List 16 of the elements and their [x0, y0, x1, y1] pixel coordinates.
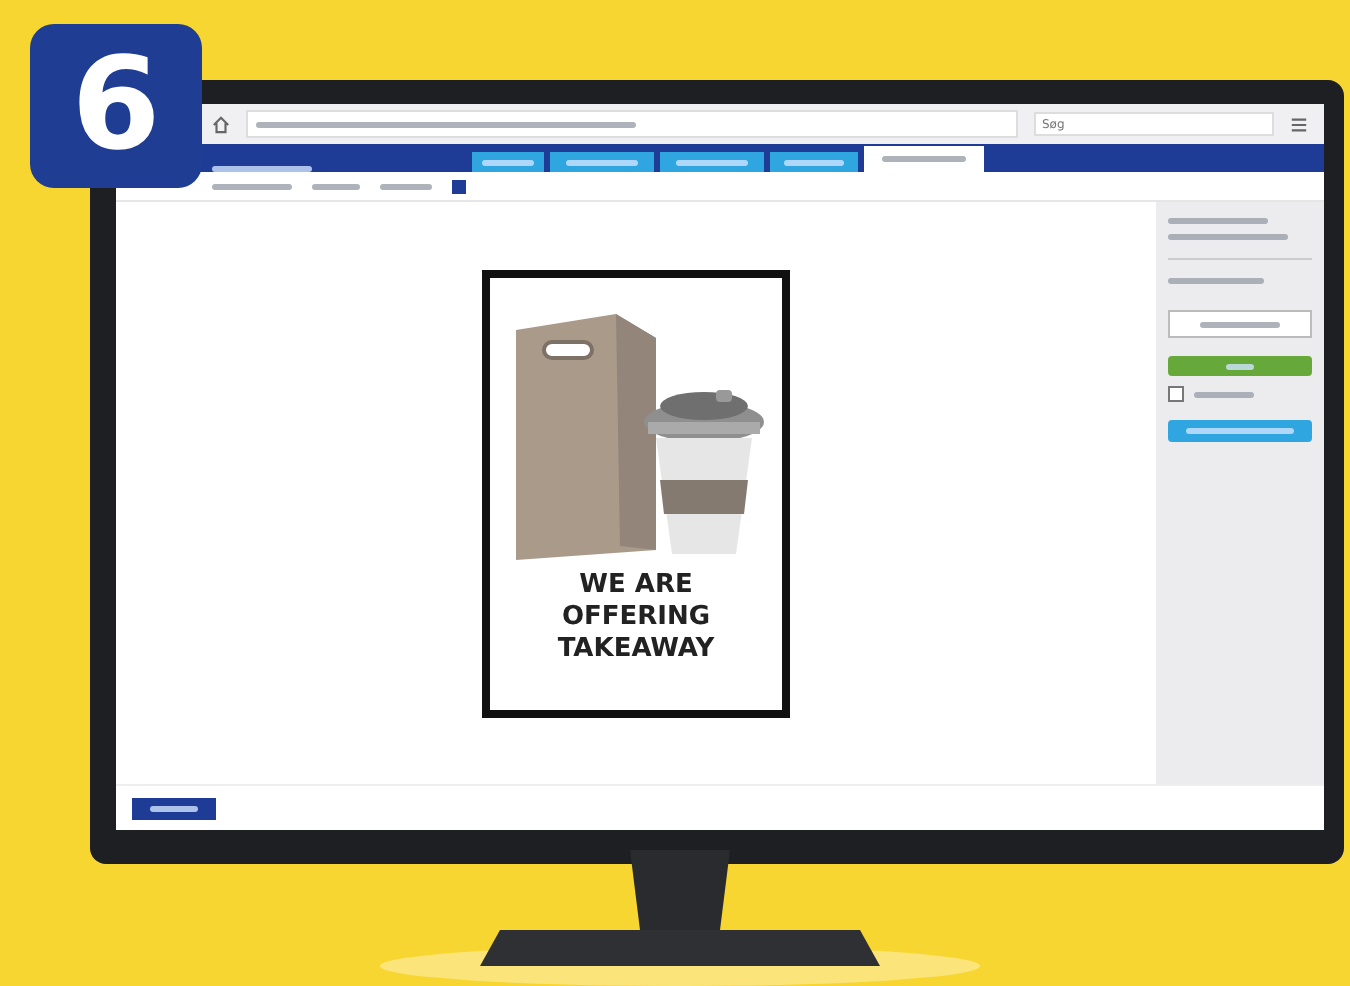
checkbox[interactable] [1168, 386, 1184, 402]
nav-tab[interactable] [864, 146, 984, 172]
action-button[interactable] [1168, 420, 1312, 442]
menu-icon[interactable] [1290, 115, 1308, 133]
sign-headline: OFFERING [561, 601, 711, 633]
back-button[interactable] [132, 797, 216, 819]
nav-tab[interactable] [770, 152, 858, 172]
sign-headline: TAKEAWAY [557, 633, 715, 665]
nav-tab[interactable] [550, 152, 654, 172]
nav-tab[interactable] [660, 152, 764, 172]
home-icon[interactable] [212, 115, 230, 133]
outline-button[interactable] [1168, 310, 1312, 338]
sign-headline: WE ARE [579, 569, 693, 601]
nav-tab[interactable] [472, 152, 544, 172]
confirm-button[interactable] [1168, 356, 1312, 376]
step-badge: 6 [30, 24, 202, 188]
